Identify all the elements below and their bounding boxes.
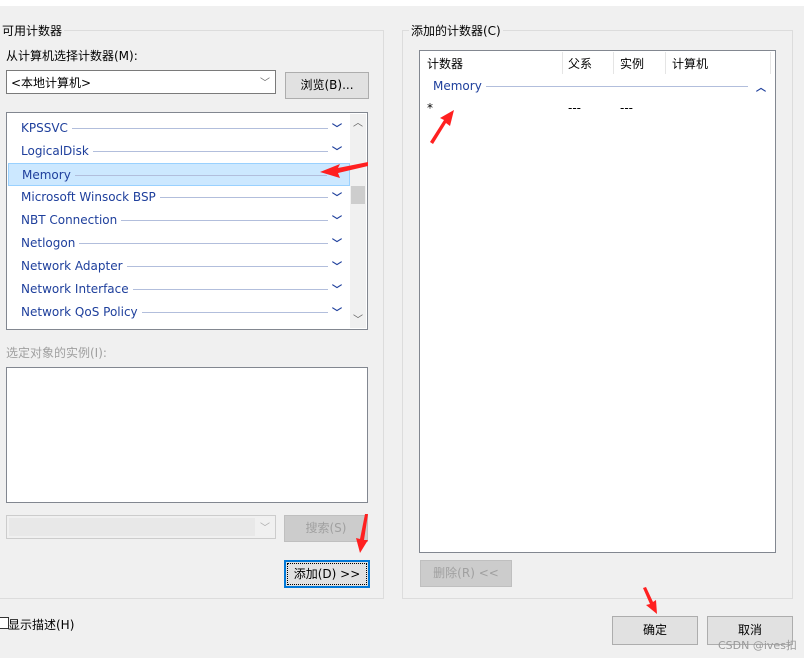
arrow-icon (320, 162, 368, 178)
arrow-icon (643, 587, 657, 614)
counter-item-label: Network Interface (21, 282, 129, 296)
counter-item-label: Memory (22, 168, 75, 182)
counter-item-label: LogicalDisk (21, 144, 89, 158)
annotation-arrows (320, 110, 657, 614)
counter-item-label: KPSSVC (21, 121, 68, 135)
counter-item-label: Microsoft Winsock BSP (21, 190, 156, 204)
counter-item-label: NBT Connection (21, 213, 118, 227)
arrow-icon (430, 110, 454, 144)
arrow-icon (356, 514, 368, 553)
counter-item-label: Network QoS Policy (21, 305, 138, 319)
counter-item-label: Network Adapter (21, 259, 123, 273)
counter-item-label: Netlogon (21, 236, 76, 250)
